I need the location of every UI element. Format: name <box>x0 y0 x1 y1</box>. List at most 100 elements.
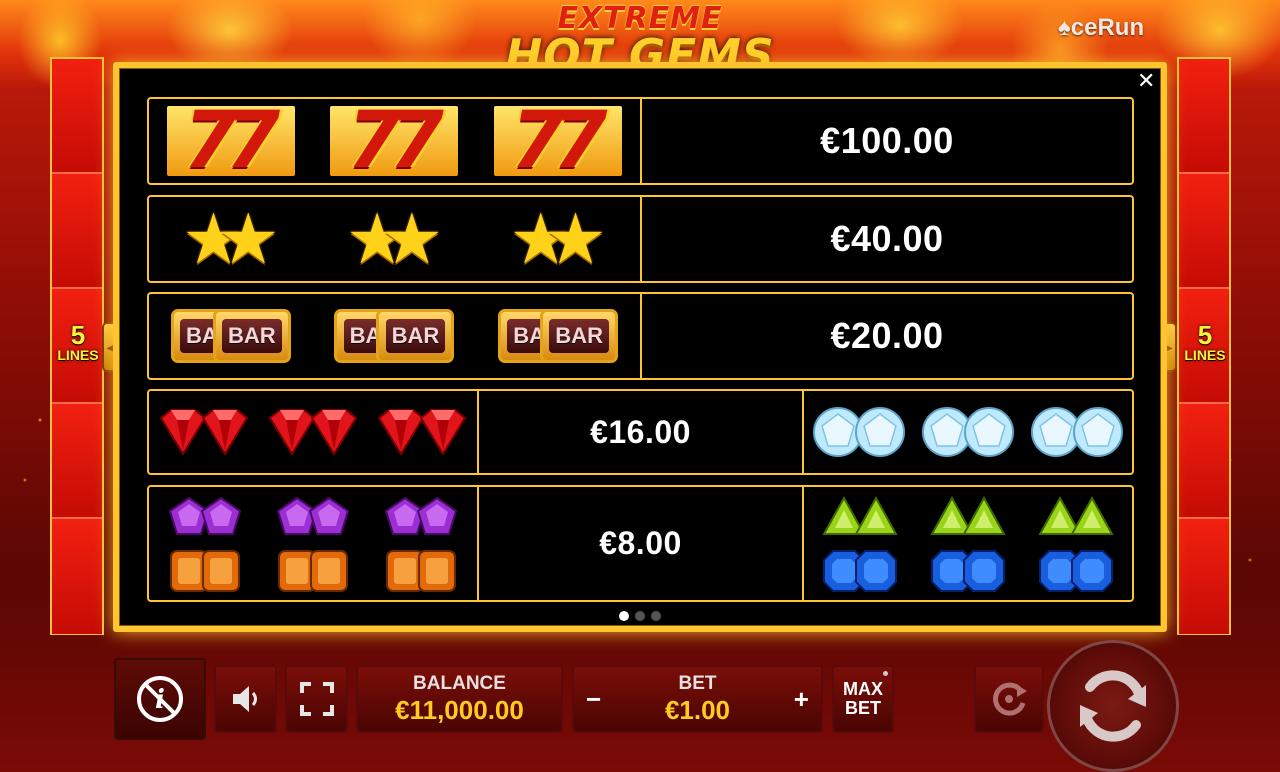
orange-gem-icon <box>310 549 348 592</box>
fullscreen-button[interactable] <box>285 665 348 733</box>
autoplay-icon <box>993 682 1027 716</box>
purple-gem-pair <box>274 494 352 540</box>
sound-button[interactable] <box>214 665 277 733</box>
orange-gem-pair <box>166 548 244 594</box>
lines-count: 5 <box>70 320 86 350</box>
brand-logo: ♠ceRun <box>1058 14 1144 42</box>
red-gem-icon <box>310 409 358 456</box>
purple-gem-pair <box>382 494 460 540</box>
blue-gem-pair <box>1037 548 1115 594</box>
prize-value: €8.00 <box>599 525 682 561</box>
purple-gem-pair <box>166 494 244 540</box>
bet-label: BET <box>678 672 717 694</box>
green-gem-pair <box>929 494 1007 540</box>
page-dot-1[interactable] <box>619 611 629 621</box>
balance-value: €11,000.00 <box>395 694 524 725</box>
prize-cell: €20.00 <box>642 294 1132 378</box>
symbol-cell: 77 77 77 <box>149 99 642 183</box>
spin-arrows-icon <box>1080 670 1146 742</box>
bet-value: €1.00 <box>664 694 731 725</box>
close-icon[interactable]: ✕ <box>1137 70 1155 92</box>
paytable-row-sevens: 77 77 77 €100.00 <box>147 97 1134 185</box>
red-gem-icon <box>201 409 248 456</box>
prize-value: €16.00 <box>590 413 691 450</box>
spin-button[interactable] <box>1047 640 1179 772</box>
symbol-cell-right <box>804 391 1132 473</box>
green-gem-icon <box>854 495 898 535</box>
green-gem-pair <box>821 494 899 540</box>
symbol-cell-left <box>149 391 479 473</box>
page-dot-2[interactable] <box>635 611 645 621</box>
star-pair: ★ ★ <box>182 204 280 274</box>
paytable-row-small-gems: €8.00 <box>147 485 1134 602</box>
bet-decrease-button[interactable]: − <box>586 684 601 715</box>
balance-display: BALANCE €11,000.00 <box>356 665 563 733</box>
seven-symbol-icon: 77 <box>330 102 459 180</box>
diamond-pair <box>919 404 1017 460</box>
prize-cell: €8.00 <box>479 487 804 600</box>
orange-gem-pair <box>274 548 352 594</box>
bar-symbol-icon: BAR <box>376 309 455 363</box>
bet-control: − BET €1.00 + <box>572 665 823 733</box>
star-icon: ★ <box>216 200 280 278</box>
blue-gem-icon <box>963 549 1005 592</box>
orange-gem-icon <box>418 549 456 592</box>
white-diamond-icon <box>963 407 1014 457</box>
maxbet-line2: BET <box>845 698 881 718</box>
paytable-row-stars: ★ ★ ★ ★ ★ ★ €40.00 <box>147 195 1134 283</box>
bar-pair: BAR BAR <box>498 309 619 363</box>
diamond-pair <box>1028 404 1126 460</box>
red-gem-pair <box>264 404 362 460</box>
green-gem-icon <box>962 495 1006 535</box>
prize-cell: €100.00 <box>642 99 1132 183</box>
brand-name: ceRun <box>1070 14 1145 41</box>
bet-display: BET €1.00 <box>665 673 730 726</box>
spade-icon: ♠ <box>1058 14 1071 41</box>
star-icon: ★ <box>380 200 444 278</box>
seven-symbol-icon: 77 <box>494 102 623 180</box>
orange-gem-icon <box>202 549 240 592</box>
page-indicator <box>619 611 661 621</box>
prize-cell: €16.00 <box>479 391 804 473</box>
purple-gem-row <box>166 494 460 540</box>
autoplay-button[interactable] <box>974 665 1044 733</box>
green-gem-pair <box>1037 494 1115 540</box>
white-diamond-icon <box>854 407 905 457</box>
prize-value: €20.00 <box>830 315 944 356</box>
blue-gem-icon <box>1071 549 1113 592</box>
lines-count: 5 <box>1197 320 1213 350</box>
bar-symbol-icon: BAR <box>212 309 291 363</box>
prize-value: €100.00 <box>820 120 954 161</box>
prize-value: €40.00 <box>830 218 944 259</box>
star-pair: ★ ★ <box>509 204 607 274</box>
blue-gem-icon <box>855 549 897 592</box>
seven-symbol-icon: 77 <box>166 102 295 180</box>
maxbet-line1: MAX <box>843 679 883 700</box>
green-gem-icon <box>1070 495 1114 535</box>
blue-gem-pair <box>929 548 1007 594</box>
symbol-cell-left <box>149 487 479 600</box>
symbol-cell: ★ ★ ★ ★ ★ ★ <box>149 197 642 281</box>
star-pair: ★ ★ <box>346 204 444 274</box>
max-bet-button[interactable]: MAX BET <box>832 665 894 733</box>
star-icon: ★ <box>544 200 607 278</box>
balance-label: BALANCE <box>413 672 506 694</box>
lines-text: LINES <box>1184 347 1226 363</box>
speaker-icon <box>232 686 257 712</box>
paytable-row-red-white-gems: €16.00 <box>147 389 1134 475</box>
orange-gem-row <box>166 548 460 594</box>
paytable-row-bars: BAR BAR BAR BAR BAR BAR €20.00 <box>147 292 1134 380</box>
bet-increase-button[interactable]: + <box>794 684 809 715</box>
symbol-cell-right <box>804 487 1132 600</box>
white-diamond-icon <box>1073 407 1124 457</box>
paytable-info-button[interactable]: i <box>114 658 206 740</box>
green-gem-row <box>821 494 1115 540</box>
purple-gem-icon <box>416 496 458 535</box>
bar-symbol-icon: BAR <box>540 309 619 363</box>
lines-text: LINES <box>57 347 99 363</box>
page-dot-3[interactable] <box>651 611 661 621</box>
bar-pair: BAR BAR <box>334 309 455 363</box>
red-gem-pair <box>373 404 471 460</box>
purple-gem-icon <box>200 496 242 535</box>
bar-pair: BAR BAR <box>170 309 291 363</box>
